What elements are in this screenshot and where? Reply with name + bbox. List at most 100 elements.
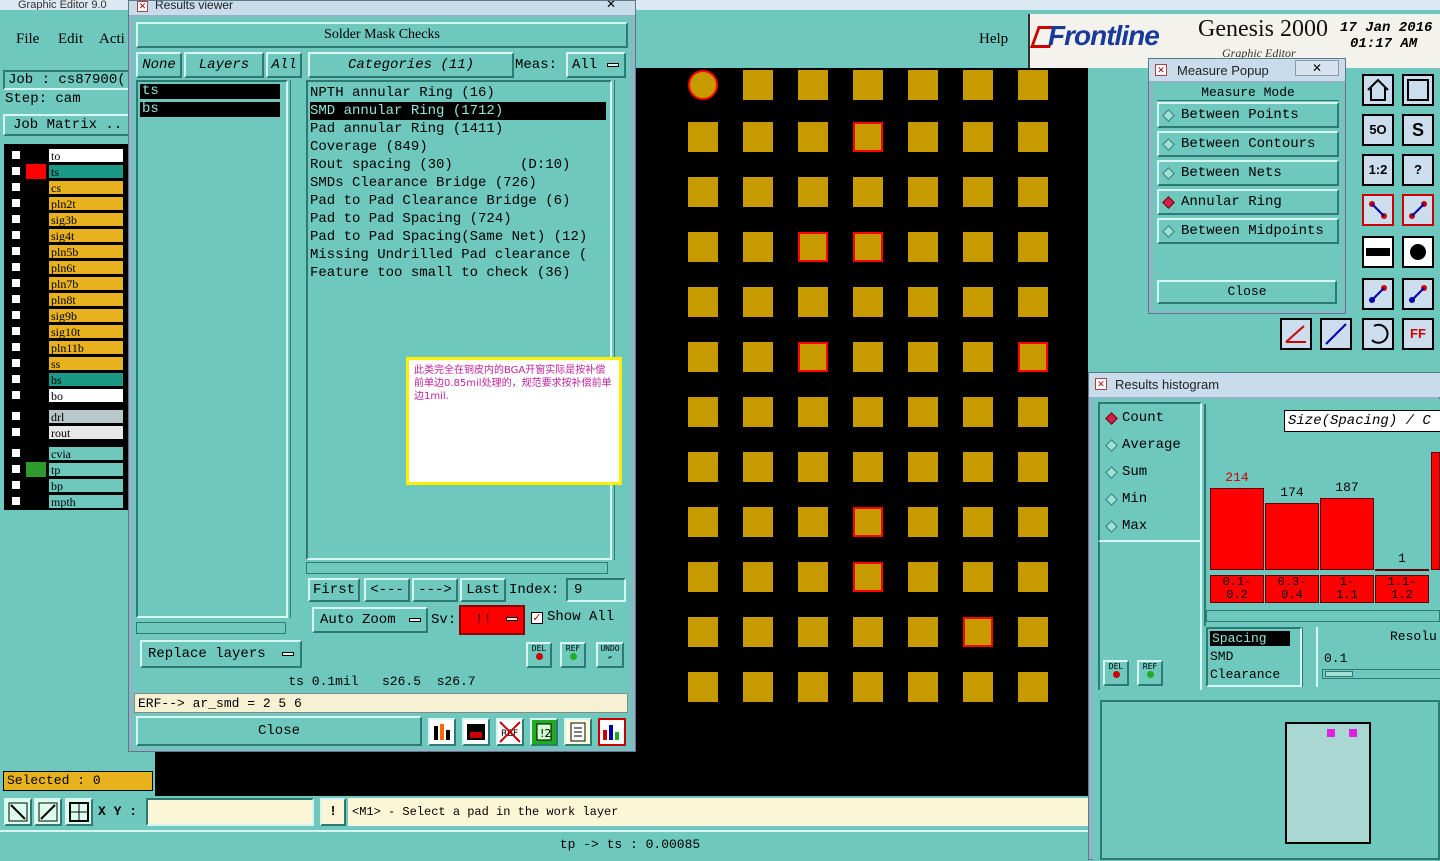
ref-icon[interactable]: REF — [560, 642, 586, 668]
pad[interactable] — [963, 507, 993, 537]
layer-name[interactable]: bp — [48, 478, 124, 493]
layer-name[interactable]: rout — [48, 425, 124, 440]
category-item[interactable]: Rout spacing (30) (D:10) — [310, 156, 606, 174]
home-icon[interactable] — [1362, 74, 1394, 106]
layer-name[interactable]: ts — [48, 164, 124, 179]
category-scrollbar[interactable] — [614, 80, 628, 560]
pad[interactable] — [963, 232, 993, 262]
pad[interactable] — [688, 70, 718, 100]
layer-name[interactable]: mpth — [48, 494, 124, 509]
pad[interactable] — [1018, 507, 1048, 537]
pad[interactable] — [1018, 452, 1048, 482]
category-item[interactable]: SMD annular Ring (1712) — [310, 102, 606, 120]
pad[interactable] — [908, 70, 938, 100]
layer-row[interactable]: rout — [8, 425, 124, 440]
pad[interactable] — [798, 342, 828, 372]
layer-checkbox[interactable] — [10, 373, 22, 385]
pad[interactable] — [1018, 287, 1048, 317]
histogram-category-label[interactable]: 0.3- 0.4 — [1265, 575, 1319, 603]
index-input[interactable]: 9 — [566, 578, 626, 602]
category-hscrollbar[interactable] — [306, 562, 608, 574]
layer-checkbox[interactable] — [10, 149, 22, 161]
pad[interactable] — [853, 672, 883, 702]
pad[interactable] — [688, 122, 718, 152]
layer-checkbox[interactable] — [10, 389, 22, 401]
zoom-fit-icon[interactable] — [4, 798, 32, 826]
layer-checkbox[interactable] — [10, 309, 22, 321]
pad[interactable] — [908, 177, 938, 207]
pcb-canvas[interactable] — [636, 68, 1088, 798]
category-item[interactable]: Missing Undrilled Pad clearance ( — [310, 246, 606, 264]
prev-button[interactable]: <--- — [364, 578, 410, 602]
pad[interactable] — [908, 617, 938, 647]
layer-name[interactable]: cvia — [48, 446, 124, 461]
pad[interactable] — [798, 617, 828, 647]
type-clearance[interactable]: Clearance — [1210, 667, 1280, 682]
histogram-category-label[interactable]: 0.1- 0.2 — [1210, 575, 1264, 603]
layer-checkbox[interactable] — [10, 293, 22, 305]
next-button[interactable]: ---> — [412, 578, 458, 602]
layer-row[interactable]: sig9b — [8, 308, 124, 323]
histogram-bar-clipped[interactable] — [1431, 452, 1440, 570]
layer-name[interactable]: pln5b — [48, 244, 124, 259]
pad[interactable] — [743, 452, 773, 482]
pad[interactable] — [1018, 342, 1048, 372]
auto-zoom-dropdown[interactable]: Auto Zoom — [312, 607, 428, 633]
layer-name[interactable]: pln6t — [48, 260, 124, 275]
pad[interactable] — [908, 562, 938, 592]
layer-row[interactable]: sig10t — [8, 324, 124, 339]
layer-row[interactable]: sig4t — [8, 228, 124, 243]
histogram-bar[interactable] — [1375, 569, 1429, 571]
menu-file[interactable]: File — [16, 31, 39, 48]
snake-icon[interactable]: S — [1402, 114, 1434, 146]
pad[interactable] — [798, 507, 828, 537]
type-smd[interactable]: SMD — [1210, 649, 1233, 664]
sv-dropdown[interactable]: !! — [459, 605, 525, 635]
layer-row[interactable]: pln5b — [8, 244, 124, 259]
layer-name[interactable]: to — [48, 148, 124, 163]
layer-row[interactable]: cvia — [8, 446, 124, 461]
net-icon[interactable] — [1362, 194, 1394, 226]
measure-mode-option[interactable]: Annular Ring — [1157, 189, 1339, 215]
histogram-mode-option[interactable]: Sum — [1104, 463, 1196, 483]
pad[interactable] — [963, 177, 993, 207]
layer-name[interactable]: ss — [48, 356, 124, 371]
histogram-mode-option[interactable]: Count — [1104, 409, 1196, 429]
pad[interactable] — [853, 397, 883, 427]
pad[interactable] — [853, 122, 883, 152]
ruler-icon[interactable] — [1362, 236, 1394, 268]
resolution-slider[interactable] — [1322, 669, 1440, 679]
arc-icon[interactable] — [1362, 318, 1394, 350]
measure-mode-option[interactable]: Between Contours — [1157, 131, 1339, 157]
category-item[interactable]: NPTH annular Ring (16) — [310, 84, 606, 102]
pad[interactable] — [963, 452, 993, 482]
pad[interactable] — [743, 672, 773, 702]
layer-name[interactable]: sig10t — [48, 324, 124, 339]
layer-name[interactable]: sig3b — [48, 212, 124, 227]
layer-result-ts[interactable]: ts — [140, 84, 280, 99]
undo-icon[interactable]: UNDO ↶ — [596, 642, 624, 668]
pad[interactable] — [743, 232, 773, 262]
job-matrix-button[interactable]: Job Matrix .. — [3, 114, 131, 136]
pad[interactable] — [1018, 672, 1048, 702]
layer-row[interactable]: pln6t — [8, 260, 124, 275]
pad[interactable] — [908, 397, 938, 427]
layers-all-button[interactable]: All — [266, 52, 302, 78]
layer-checkbox[interactable] — [10, 261, 22, 273]
pad[interactable] — [853, 342, 883, 372]
histogram-mode-option[interactable]: Average — [1104, 436, 1196, 456]
pad[interactable] — [743, 122, 773, 152]
pad[interactable] — [798, 287, 828, 317]
pad[interactable] — [1018, 232, 1048, 262]
measure-mode-option[interactable]: Between Nets — [1157, 160, 1339, 186]
pad[interactable] — [743, 287, 773, 317]
category-item[interactable]: Pad annular Ring (1411) — [310, 120, 606, 138]
layer-checkbox[interactable] — [10, 479, 22, 491]
layer-checkbox[interactable] — [10, 495, 22, 507]
layer-name[interactable]: drl — [48, 409, 124, 424]
chart-bars-icon[interactable] — [428, 718, 456, 746]
pad[interactable] — [963, 287, 993, 317]
pad[interactable] — [908, 507, 938, 537]
results-viewer-close-x[interactable]: ✕ — [591, 1, 631, 11]
histogram-icon[interactable] — [598, 718, 626, 746]
